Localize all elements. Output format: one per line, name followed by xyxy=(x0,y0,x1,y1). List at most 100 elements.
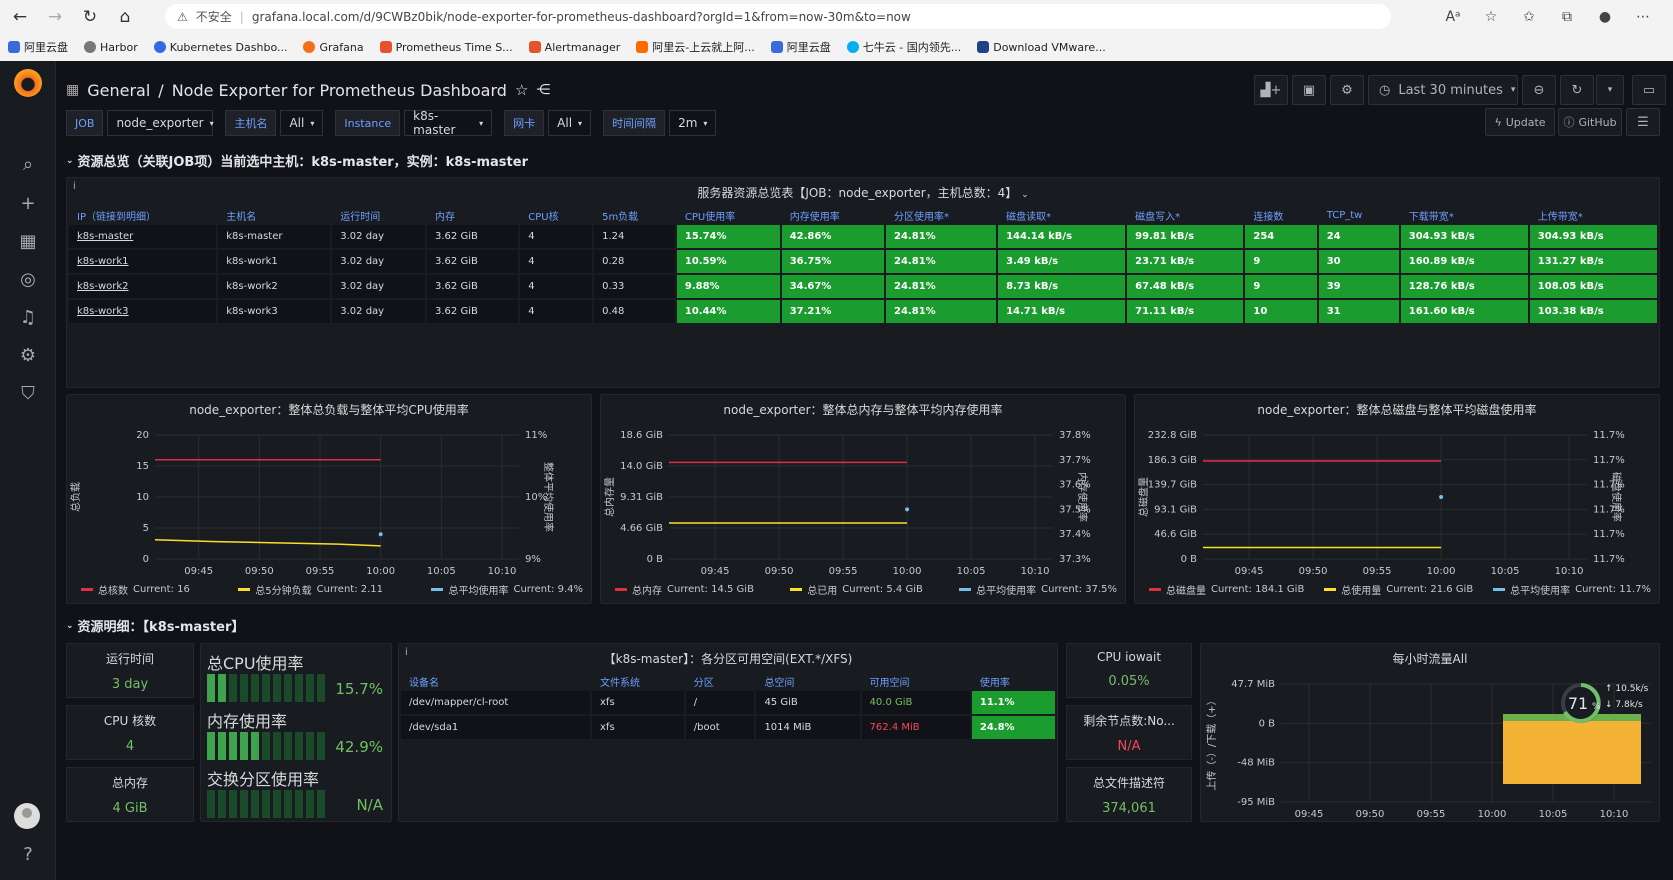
legend-item[interactable]: 总平均使用率 Current: 37.5% xyxy=(959,582,1117,597)
user-avatar[interactable] xyxy=(14,803,40,829)
series-point[interactable] xyxy=(1439,495,1444,499)
column-header[interactable]: 使用率 xyxy=(972,674,1055,689)
legend-item[interactable]: 总使用量 Current: 21.6 GiB xyxy=(1324,582,1473,597)
favorite-star-icon[interactable]: ☆ xyxy=(1478,4,1504,29)
column-header[interactable]: 磁盘写入* xyxy=(1127,208,1243,223)
time-picker-button[interactable]: ◷ Last 30 minutes ▾ xyxy=(1368,75,1518,105)
github-link[interactable]: ⓘ GitHub xyxy=(1558,108,1622,136)
column-header[interactable]: 分区使用率* xyxy=(886,208,996,223)
column-header[interactable]: 设备名 xyxy=(401,674,590,689)
column-header[interactable]: TCP_tw xyxy=(1319,208,1399,223)
bookmark[interactable]: 阿里云-上云就上阿... xyxy=(636,39,755,55)
var-select-job[interactable]: node_exporter ▾ xyxy=(107,110,214,136)
legend-item[interactable]: 总5分钟负载 Current: 2.11 xyxy=(238,582,383,597)
host-link[interactable]: k8s-master xyxy=(69,225,217,248)
column-header[interactable]: 可用空间 xyxy=(862,674,970,689)
column-header[interactable]: 上传带宽* xyxy=(1530,208,1657,223)
column-header[interactable]: CPU核 xyxy=(520,208,592,223)
alerting-bell-icon[interactable]: ♫ xyxy=(0,302,56,332)
series-point[interactable] xyxy=(378,532,383,537)
bookmark[interactable]: Prometheus Time S... xyxy=(379,41,513,54)
traffic-chart[interactable]: 47.7 MiB 0 B -48 MiB -95 MiB 09:45 09:50 09:55… xyxy=(1201,644,1661,823)
var-select-nic[interactable]: All ▾ xyxy=(548,110,592,136)
panel-title[interactable]: 服务器资源总览表【JOB：node_exporter，主机总数：4】 ⌄ xyxy=(67,184,1659,201)
y-tick-label: 0 B xyxy=(1259,718,1276,729)
column-header[interactable]: 下载带宽* xyxy=(1401,208,1528,223)
more-icon[interactable]: ⋯ xyxy=(1630,4,1656,29)
host-link[interactable]: k8s-work2 xyxy=(69,275,217,298)
folder-link[interactable]: General xyxy=(87,81,150,100)
var-select-interval[interactable]: 2m ▾ xyxy=(669,110,717,136)
create-plus-icon[interactable]: + xyxy=(0,188,56,218)
legend-item[interactable]: 总平均使用率 Current: 11.7% xyxy=(1493,582,1651,597)
column-header[interactable]: 总空间 xyxy=(756,674,859,689)
bookmark[interactable]: 阿里云盘 xyxy=(770,39,831,55)
forward-icon[interactable]: → xyxy=(40,2,70,32)
column-header[interactable]: IP（链接到明细） xyxy=(69,208,216,223)
refresh-button[interactable]: ↻ xyxy=(1560,75,1594,105)
bookmark[interactable]: 七牛云 - 国内领先... xyxy=(846,39,961,55)
configuration-gear-icon[interactable]: ⚙ xyxy=(0,340,56,370)
bookmark[interactable]: Kubernetes Dashbo... xyxy=(153,41,287,54)
bookmark[interactable]: Alertmanager xyxy=(528,41,620,54)
address-bar[interactable]: ⚠ 不安全 | grafana.local.com/d/9CWBz0bik/no… xyxy=(165,4,1391,29)
dashboards-grid-icon[interactable]: ▦ xyxy=(0,226,56,256)
star-icon[interactable]: ☆ xyxy=(515,81,528,99)
dashboard-settings-button[interactable]: ⚙ xyxy=(1330,75,1364,105)
column-header[interactable]: CPU使用率 xyxy=(677,208,780,223)
column-header[interactable]: 5m负载 xyxy=(594,208,675,223)
bookmark[interactable]: Download VMware... xyxy=(977,41,1106,54)
column-header[interactable]: 文件系统 xyxy=(592,674,684,689)
share-icon[interactable]: ⋲ xyxy=(536,82,550,98)
chart-svg[interactable]: 09:45 09:50 09:55 10:00 10:05 10:10 232.8 GiB 1… xyxy=(1135,395,1661,605)
var-select-hostname[interactable]: All ▾ xyxy=(280,110,324,136)
url-text[interactable]: grafana.local.com/d/9CWBz0bik/node-expor… xyxy=(252,10,911,24)
column-header[interactable]: 主机名 xyxy=(218,208,330,223)
row-header-overview[interactable]: ⌄ 资源总览（关联JOB项）当前选中主机：k8s-master，实例：k8s-m… xyxy=(66,151,528,170)
column-header[interactable]: 内存 xyxy=(427,208,518,223)
column-header[interactable]: 分区 xyxy=(686,674,755,689)
column-header[interactable]: 内存使用率 xyxy=(782,208,884,223)
favorites-icon[interactable]: ✩ xyxy=(1516,4,1542,29)
legend-item[interactable]: 总内存 Current: 14.5 GiB xyxy=(615,582,754,597)
profile-icon[interactable]: ● xyxy=(1592,4,1618,29)
explore-compass-icon[interactable]: ◎ xyxy=(0,264,56,294)
legend-item[interactable]: 总核数 Current: 16 xyxy=(81,582,190,597)
chart-svg[interactable]: 09:45 09:50 09:55 10:00 10:05 10:10 18.6 GiB 14… xyxy=(601,395,1127,605)
var-select-instance[interactable]: k8s-master ▾ xyxy=(404,109,493,137)
menu-button[interactable]: ☰ xyxy=(1626,108,1660,136)
reload-icon[interactable]: ↻ xyxy=(75,2,105,32)
bookmark[interactable]: 阿里云盘 xyxy=(8,39,68,55)
panel-title[interactable]: 【k8s-master】：各分区可用空间(EXT.*/XFS) xyxy=(399,650,1057,667)
add-panel-button[interactable]: ▟+ xyxy=(1254,75,1288,105)
update-link[interactable]: ϟ Update xyxy=(1485,108,1555,136)
read-aloud-icon[interactable]: Aᵃ xyxy=(1440,4,1466,29)
chart-svg[interactable]: 09:45 09:50 09:55 10:00 10:05 10:10 20 15 10 5 0 11… xyxy=(67,395,593,605)
legend-item[interactable]: 总平均使用率 Current: 9.4% xyxy=(431,582,583,597)
bookmark[interactable]: Harbor xyxy=(84,41,138,54)
help-icon[interactable]: ? xyxy=(0,839,56,869)
host-link[interactable]: k8s-work3 xyxy=(69,300,217,323)
legend-item[interactable]: 总已用 Current: 5.4 GiB xyxy=(790,582,923,597)
upload-bar[interactable] xyxy=(1503,721,1641,784)
series-point[interactable] xyxy=(905,507,910,512)
collections-icon[interactable]: ⧉ xyxy=(1554,4,1580,29)
save-dashboard-button[interactable]: ▣ xyxy=(1292,75,1326,105)
refresh-interval-button[interactable]: ▾ xyxy=(1596,75,1624,105)
server-admin-shield-icon[interactable]: ⛉ xyxy=(0,378,56,408)
legend-item[interactable]: 总磁盘量 Current: 184.1 GiB xyxy=(1149,582,1304,597)
column-header[interactable]: 连接数 xyxy=(1245,208,1316,223)
page-title[interactable]: Node Exporter for Prometheus Dashboard xyxy=(172,81,507,100)
zoom-out-button[interactable]: ⊖ xyxy=(1522,75,1556,105)
bookmark[interactable]: Grafana xyxy=(303,41,364,54)
back-icon[interactable]: ← xyxy=(5,2,35,32)
search-icon[interactable]: ⌕ xyxy=(0,149,56,179)
column-header[interactable]: 磁盘读取* xyxy=(998,208,1125,223)
grafana-logo-icon[interactable] xyxy=(14,69,42,97)
column-header[interactable]: 运行时间 xyxy=(332,208,425,223)
series-line[interactable] xyxy=(154,539,381,547)
row-header-detail[interactable]: ⌄ 资源明细：【k8s-master】 xyxy=(66,616,244,635)
home-icon[interactable]: ⌂ xyxy=(110,2,140,32)
host-link[interactable]: k8s-work1 xyxy=(69,250,217,273)
tv-mode-button[interactable]: ▭ xyxy=(1632,75,1666,105)
